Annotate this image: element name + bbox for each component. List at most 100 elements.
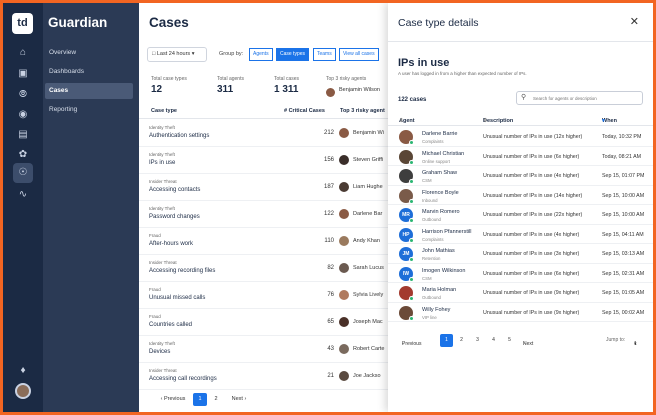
nav-item-overview[interactable]: Overview (45, 45, 133, 61)
critical-count: 43 (327, 346, 334, 352)
case-when: Sep 15, 04:11 AM (602, 231, 644, 238)
page-button-2[interactable]: 2 (455, 334, 468, 347)
case-count: 122 cases (398, 97, 427, 103)
database-icon[interactable]: ▤ (15, 127, 31, 143)
table-row[interactable]: Identity Theft Authentication settings 2… (139, 120, 389, 147)
table-row[interactable]: Graham Shaw CSM Unusual number of IPs in u… (388, 166, 653, 186)
nav-panel: Guardian Overview Dashboards Cases Repor… (43, 3, 139, 412)
agent-name: Maria Holman (422, 287, 457, 293)
agent-avatar (339, 290, 349, 300)
agent-name: Marvin Romero (422, 209, 460, 215)
page-button-1[interactable]: 1 (193, 393, 207, 406)
group-by-label: Group by: (219, 51, 244, 57)
page-button-2[interactable]: 2 (209, 393, 223, 406)
col-critical[interactable]: # Critical Cases (284, 108, 325, 114)
col-risky-agent: Top 3 risky agent (340, 108, 385, 114)
table-row[interactable]: Maria Holman Outbound Unusual number of IP… (388, 283, 653, 303)
table-row[interactable]: Identity Theft Password changes 122 Darl… (139, 201, 389, 228)
details-pagination: ‹ Previous 1 2 3 4 5 Next › Jump to: 1 ▾ (388, 333, 653, 349)
badge-icon[interactable]: ✿ (15, 147, 31, 163)
table-row[interactable]: Insider Threat Accessing contacts 187 Li… (139, 174, 389, 201)
agent-name: Harrison Pfannerstill (422, 228, 472, 235)
bell-icon[interactable]: ♦ (15, 363, 31, 379)
online-status-dot (409, 159, 414, 165)
table-row[interactable]: JM John Mathias Retention Unusual number of… (388, 244, 653, 264)
table-row[interactable]: Willy Fohey VIP line Unusual number of IPs… (388, 303, 653, 322)
agent-avatar: IW (399, 266, 414, 282)
panel-description: A user has logged in from a higher than … (398, 71, 527, 76)
image-icon[interactable]: ▣ (15, 66, 31, 82)
page-button-3[interactable]: 3 (471, 334, 484, 347)
segment-view-all-cases[interactable]: View all cases (339, 48, 379, 61)
table-row[interactable]: Fraud Countries called 65 Joseph Mac (139, 309, 389, 336)
activity-icon[interactable]: ∿ (15, 187, 31, 203)
page-button-5[interactable]: 5 (503, 334, 516, 347)
table-row[interactable]: Fraud After-hours work 110 Andy Khan (139, 228, 389, 255)
chevron-right-icon: › (242, 396, 247, 402)
case-description: Unusual number of IPs in use (6x higher) (483, 270, 580, 277)
agent-name: Florence Boyle (422, 189, 459, 196)
page-button-4[interactable]: 4 (487, 334, 500, 347)
case-name: IPs in use (149, 160, 176, 166)
agent-search-box[interactable]: ⚲ (516, 91, 643, 105)
segment-case-types[interactable]: Case types (276, 48, 310, 61)
app-name: Guardian (48, 15, 108, 30)
case-when: Sep 15, 10:00 AM (602, 192, 645, 199)
agent-team: Outbound (422, 217, 441, 222)
page-title: Cases (149, 15, 189, 30)
agent-avatar (339, 236, 349, 246)
critical-count: 76 (327, 292, 334, 298)
table-row[interactable]: Florence Boyle Inbound Unusual number of I… (388, 186, 653, 205)
table-row[interactable]: Insider Threat Accessing recording files… (139, 255, 389, 282)
agent-name: John Mathias (422, 248, 455, 254)
stat-risky-label: Top 3 risky agents (326, 76, 367, 82)
agent-name: Darlene Bar (353, 211, 383, 217)
case-category: Identity Theft (149, 125, 175, 130)
table-row[interactable]: Fraud Unusual missed calls 76 Sylvia Liv… (139, 282, 389, 309)
agent-avatar: MR (399, 208, 414, 223)
stat-case-types-label: Total case types (151, 76, 187, 82)
agent-avatar (399, 149, 414, 165)
nav-item-dashboards[interactable]: Dashboards (45, 64, 133, 80)
table-row[interactable]: Identity Theft Devices 43 Robert Carte (139, 336, 389, 363)
home-icon[interactable]: ⌂ (15, 45, 31, 61)
table-row[interactable]: IW Imogen Wilkinson CSM Unusual number of I… (388, 264, 653, 283)
agent-search-input[interactable] (533, 94, 638, 103)
agent-avatar: JM (399, 247, 414, 262)
agent-team: VIP line (422, 314, 437, 320)
nav-item-reporting[interactable]: Reporting (45, 102, 133, 118)
agent-avatar (399, 188, 414, 204)
user-avatar[interactable] (15, 383, 31, 399)
compass-icon[interactable]: ⦾ (15, 87, 31, 103)
next-label: Next (231, 396, 243, 402)
page-button-1[interactable]: 1 (440, 334, 453, 347)
table-row[interactable]: Identity Theft IPs in use 156 Steven Gri… (139, 147, 389, 174)
col-case-type[interactable]: Case type (151, 108, 177, 114)
case-description: Unusual number of IPs in use (14x higher… (483, 192, 583, 199)
table-row[interactable]: HP Harrison Pfannerstill Complaints Unusual… (388, 225, 653, 244)
jump-to-label: Jump to: (606, 337, 626, 343)
table-row[interactable]: Michael Christian Online support Unusual n… (388, 147, 653, 166)
next-page-button[interactable]: Next › (225, 393, 253, 406)
agent-avatar (339, 209, 349, 219)
chevron-down-icon: ▾ (191, 51, 195, 57)
mask-icon[interactable]: ◉ (15, 107, 31, 123)
table-row[interactable]: MR Marvin Romero Outbound Unusual number of… (388, 205, 653, 225)
table-row[interactable]: Darlene Barrie Complaints Unusual number o… (388, 127, 653, 147)
agent-avatar (399, 286, 414, 301)
case-category: Identity Theft (149, 152, 175, 157)
cases-table-header: Case type # Critical Cases Top 3 risky a… (139, 105, 389, 119)
time-range-select[interactable]: □ Last 24 hours ▾ (147, 47, 207, 62)
shield-user-icon[interactable]: ☉ (13, 163, 33, 183)
segment-agents[interactable]: Agents (249, 48, 273, 61)
agent-avatar (339, 155, 349, 165)
sort-desc-icon: ▾ (602, 118, 605, 124)
segment-teams[interactable]: Teams (313, 48, 336, 61)
close-icon[interactable]: ✕ (630, 15, 639, 28)
agent-name: Benjamin Wi (353, 130, 384, 136)
previous-page-button[interactable]: ‹ Previous (153, 393, 193, 406)
table-row[interactable]: Insider Threat Accessing call recordings… (139, 363, 389, 390)
case-description: Unusual number of IPs in use (3x higher) (483, 251, 580, 257)
nav-item-cases[interactable]: Cases (45, 83, 133, 99)
avatar-initials: MR (402, 212, 410, 218)
